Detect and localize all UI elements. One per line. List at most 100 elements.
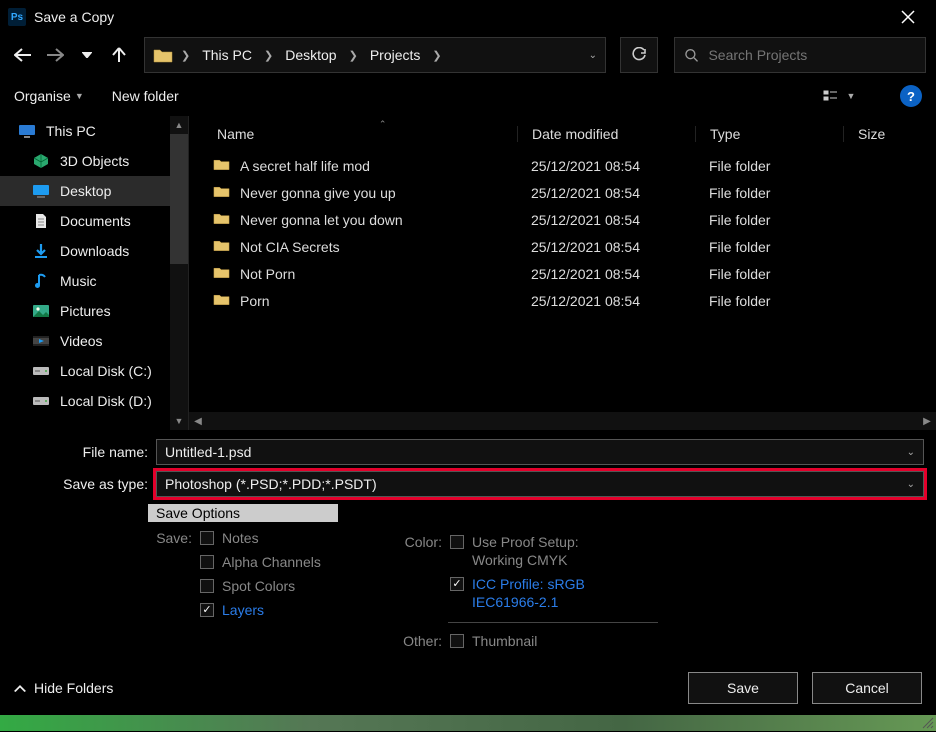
folder-icon [213, 238, 230, 255]
folder-icon [213, 157, 230, 174]
help-button[interactable]: ? [900, 85, 922, 107]
save-sublabel: Save: [148, 530, 192, 546]
scroll-up-button[interactable]: ▲ [170, 116, 188, 134]
chevron-up-icon [14, 684, 26, 692]
sidebar-scrollbar[interactable]: ▲ ▼ [170, 116, 188, 430]
resize-grip[interactable] [920, 715, 934, 729]
sidebar-item-music[interactable]: Music [0, 266, 188, 296]
filename-input[interactable]: ⌄ [156, 439, 924, 465]
chevron-right-icon[interactable]: ❯ [262, 49, 275, 62]
breadcrumb-item[interactable]: Projects [366, 47, 425, 63]
file-name: A secret half life mod [240, 158, 370, 174]
close-button[interactable] [888, 0, 928, 34]
sidebar-item-label: Videos [60, 333, 103, 349]
folder-icon [153, 46, 173, 64]
sidebar-item-local-disk-c-[interactable]: Local Disk (C:) [0, 356, 188, 386]
doc-icon [32, 213, 50, 229]
sidebar-item-local-disk-d-[interactable]: Local Disk (D:) [0, 386, 188, 416]
disk-icon [32, 363, 50, 379]
back-button[interactable] [10, 42, 36, 68]
view-options-button[interactable]: ▼ [820, 85, 858, 107]
file-name: Not CIA Secrets [240, 239, 340, 255]
search-box[interactable] [674, 37, 926, 73]
horizontal-scrollbar[interactable]: ◀ ▶ [189, 412, 936, 430]
file-row[interactable]: Never gonna give you up25/12/2021 08:54F… [189, 179, 936, 206]
icc-label[interactable]: ICC Profile: sRGB [472, 576, 585, 592]
cube-icon [32, 153, 50, 169]
address-dropdown[interactable]: ⌄ [589, 50, 597, 61]
layers-checkbox[interactable] [200, 603, 214, 617]
layers-label[interactable]: Layers [222, 602, 264, 618]
notes-checkbox[interactable] [200, 531, 214, 545]
file-type: File folder [695, 293, 843, 309]
scroll-down-button[interactable]: ▼ [170, 412, 188, 430]
notes-label: Notes [222, 530, 259, 546]
scroll-thumb[interactable] [170, 134, 188, 264]
sidebar-item-label: Pictures [60, 303, 111, 319]
history-dropdown[interactable] [74, 42, 100, 68]
file-name: Porn [240, 293, 270, 309]
proof-checkbox[interactable] [450, 535, 464, 549]
icc-label2[interactable]: IEC61966-2.1 [472, 594, 558, 610]
file-row[interactable]: Not Porn25/12/2021 08:54File folder [189, 260, 936, 287]
column-size[interactable]: Size [843, 126, 936, 142]
file-row[interactable]: Never gonna let you down25/12/2021 08:54… [189, 206, 936, 233]
sidebar-item-label: Music [60, 273, 97, 289]
organise-button[interactable]: Organise▼ [14, 88, 84, 104]
icc-checkbox[interactable] [450, 577, 464, 591]
saveas-dropdown-chevron[interactable]: ⌄ [899, 479, 915, 490]
file-row[interactable]: Porn25/12/2021 08:54File folder [189, 287, 936, 314]
file-name: Not Porn [240, 266, 295, 282]
proof-label: Use Proof Setup: [472, 534, 579, 550]
saveas-type-dropdown[interactable]: Photoshop (*.PSD;*.PDD;*.PSDT) ⌄ [156, 471, 924, 497]
up-button[interactable] [106, 42, 132, 68]
cancel-button[interactable]: Cancel [812, 672, 922, 704]
refresh-button[interactable] [620, 37, 658, 73]
scroll-left-button[interactable]: ◀ [189, 412, 207, 430]
forward-button[interactable] [42, 42, 68, 68]
chevron-right-icon[interactable]: ❯ [179, 49, 192, 62]
music-icon [32, 273, 50, 289]
hide-folders-label: Hide Folders [34, 680, 113, 696]
sidebar-item-3d-objects[interactable]: 3D Objects [0, 146, 188, 176]
column-name[interactable]: Name⌃ [189, 126, 517, 142]
column-type[interactable]: Type [695, 126, 843, 142]
sidebar-item-downloads[interactable]: Downloads [0, 236, 188, 266]
desktop-icon [32, 183, 50, 199]
file-row[interactable]: A secret half life mod25/12/2021 08:54Fi… [189, 152, 936, 179]
breadcrumb-item[interactable]: Desktop [281, 47, 340, 63]
window-title: Save a Copy [34, 9, 888, 25]
hide-folders-toggle[interactable]: Hide Folders [14, 680, 113, 696]
sidebar-item-desktop[interactable]: Desktop [0, 176, 188, 206]
app-logo: Ps [8, 8, 26, 26]
search-input[interactable] [708, 47, 915, 63]
breadcrumb-item[interactable]: This PC [198, 47, 256, 63]
column-date[interactable]: Date modified [517, 126, 695, 142]
file-date: 25/12/2021 08:54 [517, 266, 695, 282]
file-list: A secret half life mod25/12/2021 08:54Fi… [189, 152, 936, 412]
file-row[interactable]: Not CIA Secrets25/12/2021 08:54File fold… [189, 233, 936, 260]
chevron-right-icon[interactable]: ❯ [347, 49, 360, 62]
folder-icon [213, 211, 230, 228]
file-type: File folder [695, 158, 843, 174]
sidebar: ▲ ▼ This PC 3D Objects DesktopDocumentsDow… [0, 116, 188, 430]
thumbnail-checkbox[interactable] [450, 634, 464, 648]
spot-checkbox[interactable] [200, 579, 214, 593]
new-folder-button[interactable]: New folder [112, 88, 179, 104]
sidebar-item-label: 3D Objects [60, 153, 129, 169]
sidebar-item-documents[interactable]: Documents [0, 206, 188, 236]
monitor-icon [18, 123, 36, 139]
file-date: 25/12/2021 08:54 [517, 212, 695, 228]
address-bar[interactable]: ❯ This PC ❯ Desktop ❯ Projects ❯ ⌄ [144, 37, 606, 73]
sidebar-item-this-pc[interactable]: This PC [0, 116, 188, 146]
sidebar-item-pictures[interactable]: Pictures [0, 296, 188, 326]
sidebar-item-videos[interactable]: Videos [0, 326, 188, 356]
filename-textbox[interactable] [165, 444, 899, 460]
chevron-right-icon[interactable]: ❯ [430, 49, 443, 62]
scroll-right-button[interactable]: ▶ [918, 412, 936, 430]
alpha-checkbox[interactable] [200, 555, 214, 569]
thumbnail-label: Thumbnail [472, 633, 537, 649]
save-button[interactable]: Save [688, 672, 798, 704]
color-sublabel: Color: [398, 534, 442, 550]
filename-dropdown[interactable]: ⌄ [899, 447, 915, 458]
